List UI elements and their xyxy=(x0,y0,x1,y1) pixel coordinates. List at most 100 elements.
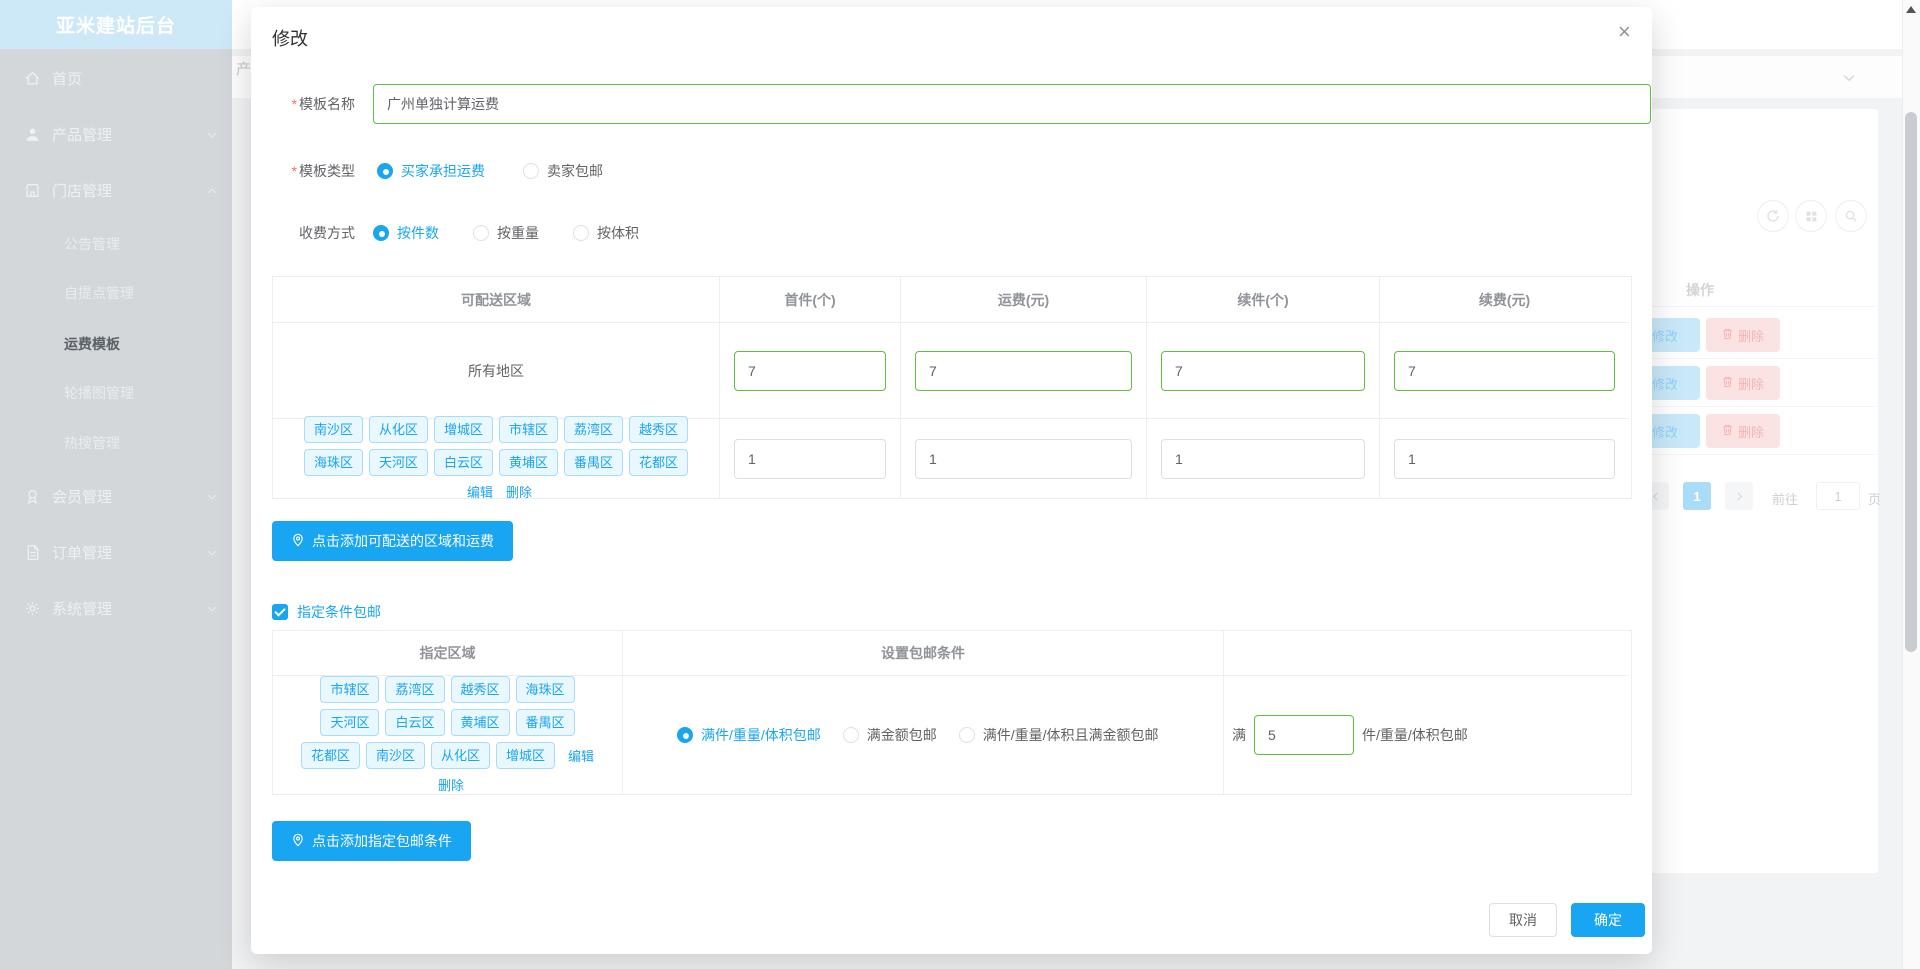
region-tag: 南沙区 xyxy=(365,742,425,769)
region-tag: 黄埔区 xyxy=(499,449,559,476)
scrollbar-thumb[interactable] xyxy=(1905,112,1917,652)
region-tag: 番禺区 xyxy=(564,449,624,476)
table-cell xyxy=(901,323,1147,419)
sidebar-subitem-label: 自提点管理 xyxy=(64,285,134,301)
refresh-icon[interactable] xyxy=(1757,200,1789,232)
sidebar-item-products[interactable]: 产品管理 xyxy=(0,116,232,152)
conditional-free-shipping-checkbox[interactable]: 指定条件包邮 xyxy=(272,602,381,622)
pagination-page-1[interactable]: 1 xyxy=(1683,482,1711,510)
sidebar-subitem-hot-search[interactable]: 热搜管理 xyxy=(64,426,120,460)
radio-buyer-pays[interactable]: 买家承担运费 xyxy=(377,161,485,181)
radio-amount[interactable]: 满金额包邮 xyxy=(842,725,937,745)
region-tag: 天河区 xyxy=(320,709,380,736)
cancel-button[interactable]: 取消 xyxy=(1489,903,1557,937)
delete-button[interactable]: 删除 xyxy=(1706,366,1780,400)
column-header: 续费(元) xyxy=(1380,277,1629,323)
sidebar-item-label: 产品管理 xyxy=(52,126,113,144)
shipping-fee-table: 可配送区域 首件(个) 运费(元) 续件(个) 续费(元) 所有地区 南沙区 从… xyxy=(272,276,1632,501)
sidebar-item-stores[interactable]: 门店管理 xyxy=(0,172,232,208)
sidebar-subitem-shipping-templates[interactable]: 运费模板 xyxy=(64,327,120,361)
delete-regions-link[interactable]: 删除 xyxy=(438,775,464,794)
sidebar-subitem-announcements[interactable]: 公告管理 xyxy=(64,227,120,261)
confirm-button[interactable]: 确定 xyxy=(1571,903,1645,937)
edit-regions-link[interactable]: 编辑 xyxy=(568,746,594,765)
trash-icon xyxy=(1722,376,1733,391)
chevron-down-icon xyxy=(206,546,218,558)
chevron-down-icon[interactable] xyxy=(1842,71,1856,85)
add-delivery-area-button[interactable]: 点击添加可配送的区域和运费 xyxy=(272,521,513,561)
pagination-next-button[interactable] xyxy=(1725,482,1753,510)
threshold-suffix: 件/重量/体积包邮 xyxy=(1362,727,1468,743)
template-type-label: * 模板类型 xyxy=(291,163,355,179)
region-tag: 越秀区 xyxy=(629,416,689,443)
region-tag: 海珠区 xyxy=(303,449,363,476)
region-tag: 荔湾区 xyxy=(385,676,445,703)
trash-icon xyxy=(1722,424,1733,439)
search-icon[interactable] xyxy=(1835,200,1867,232)
sidebar-subitem-label: 运费模板 xyxy=(64,336,120,352)
delete-regions-link[interactable]: 删除 xyxy=(506,482,532,501)
location-pin-icon xyxy=(291,833,305,850)
sidebar-item-home[interactable]: 首页 xyxy=(0,60,232,96)
sidebar-subitem-pickup-points[interactable]: 自提点管理 xyxy=(64,276,134,310)
template-name-input[interactable] xyxy=(373,84,1651,124)
home-icon xyxy=(24,70,41,87)
pagination-goto-label: 前往 xyxy=(1772,492,1799,507)
edit-regions-link[interactable]: 编辑 xyxy=(467,482,493,501)
additional-piece-input[interactable] xyxy=(1161,438,1365,479)
divider xyxy=(1652,454,1877,455)
region-tag: 白云区 xyxy=(433,449,493,476)
threshold-input[interactable] xyxy=(1254,715,1354,755)
radio-by-volume[interactable]: 按体积 xyxy=(573,223,639,243)
column-header: 首件(个) xyxy=(720,277,901,323)
sidebar-item-orders[interactable]: 订单管理 xyxy=(0,534,232,570)
region-tag: 从化区 xyxy=(368,416,428,443)
first-piece-input[interactable] xyxy=(734,438,886,479)
sidebar-item-members[interactable]: 会员管理 xyxy=(0,478,232,514)
additional-piece-input[interactable] xyxy=(1161,350,1365,391)
sidebar-item-label: 系统管理 xyxy=(52,600,113,618)
grid-icon[interactable] xyxy=(1795,200,1827,232)
radio-by-piece[interactable]: 按件数 xyxy=(373,223,439,243)
sidebar-subitem-label: 轮播图管理 xyxy=(64,385,134,401)
radio-piece-and-amount[interactable]: 满件/重量/体积且满金额包邮 xyxy=(958,725,1159,745)
medal-icon xyxy=(24,488,41,505)
sidebar-item-system[interactable]: 系统管理 xyxy=(0,590,232,626)
delete-button[interactable]: 删除 xyxy=(1706,318,1780,352)
required-asterisk: * xyxy=(291,96,297,112)
chevron-down-icon xyxy=(206,602,218,614)
free-shipping-condition-table: 指定区域 设置包邮条件 市辖区 荔湾区 越秀区 海珠区 天河区 白云区 黄埔区 … xyxy=(272,630,1632,795)
radio-by-weight[interactable]: 按重量 xyxy=(473,223,539,243)
sidebar-item-label: 会员管理 xyxy=(52,488,113,506)
region-tag: 黄埔区 xyxy=(450,709,510,736)
dialog-footer: 取消 确定 xyxy=(1489,903,1645,937)
region-tag: 花都区 xyxy=(300,742,360,769)
sidebar-item-label: 门店管理 xyxy=(52,182,113,200)
document-icon xyxy=(24,544,41,561)
add-delivery-area-label: 点击添加可配送的区域和运费 xyxy=(312,533,494,549)
sidebar-subitem-carousel[interactable]: 轮播图管理 xyxy=(64,376,134,410)
close-icon[interactable]: × xyxy=(1614,17,1635,47)
region-tag: 增城区 xyxy=(433,416,493,443)
additional-fee-input[interactable] xyxy=(1394,438,1615,479)
delete-button[interactable]: 删除 xyxy=(1706,414,1780,448)
freight-input[interactable] xyxy=(915,350,1132,391)
radio-seller-free-shipping[interactable]: 卖家包邮 xyxy=(523,161,603,181)
region-tag: 天河区 xyxy=(368,449,428,476)
edit-shipping-template-dialog: 修改 × *模板名称 *模板类型 买家承担运费 卖家包邮 收费方式 按件数 按重… xyxy=(251,7,1652,954)
page-scrollbar[interactable] xyxy=(1902,0,1920,969)
radio-icon xyxy=(573,225,589,241)
table-cell xyxy=(1380,323,1629,419)
table-cell xyxy=(1147,323,1380,419)
location-pin-icon xyxy=(291,533,305,550)
delete-label: 删除 xyxy=(1737,424,1764,440)
additional-fee-input[interactable] xyxy=(1394,350,1615,391)
first-piece-input[interactable] xyxy=(734,350,886,391)
add-free-shipping-condition-button[interactable]: 点击添加指定包邮条件 xyxy=(272,821,471,861)
radio-piece-weight-volume[interactable]: 满件/重量/体积包邮 xyxy=(677,725,821,745)
scroll-up-arrow-icon[interactable] xyxy=(1906,6,1916,13)
sidebar-item-label: 订单管理 xyxy=(52,544,113,562)
pagination-goto-input[interactable] xyxy=(1816,482,1860,510)
freight-input[interactable] xyxy=(915,438,1132,479)
ops-column-header: 操作 xyxy=(1686,282,1714,298)
